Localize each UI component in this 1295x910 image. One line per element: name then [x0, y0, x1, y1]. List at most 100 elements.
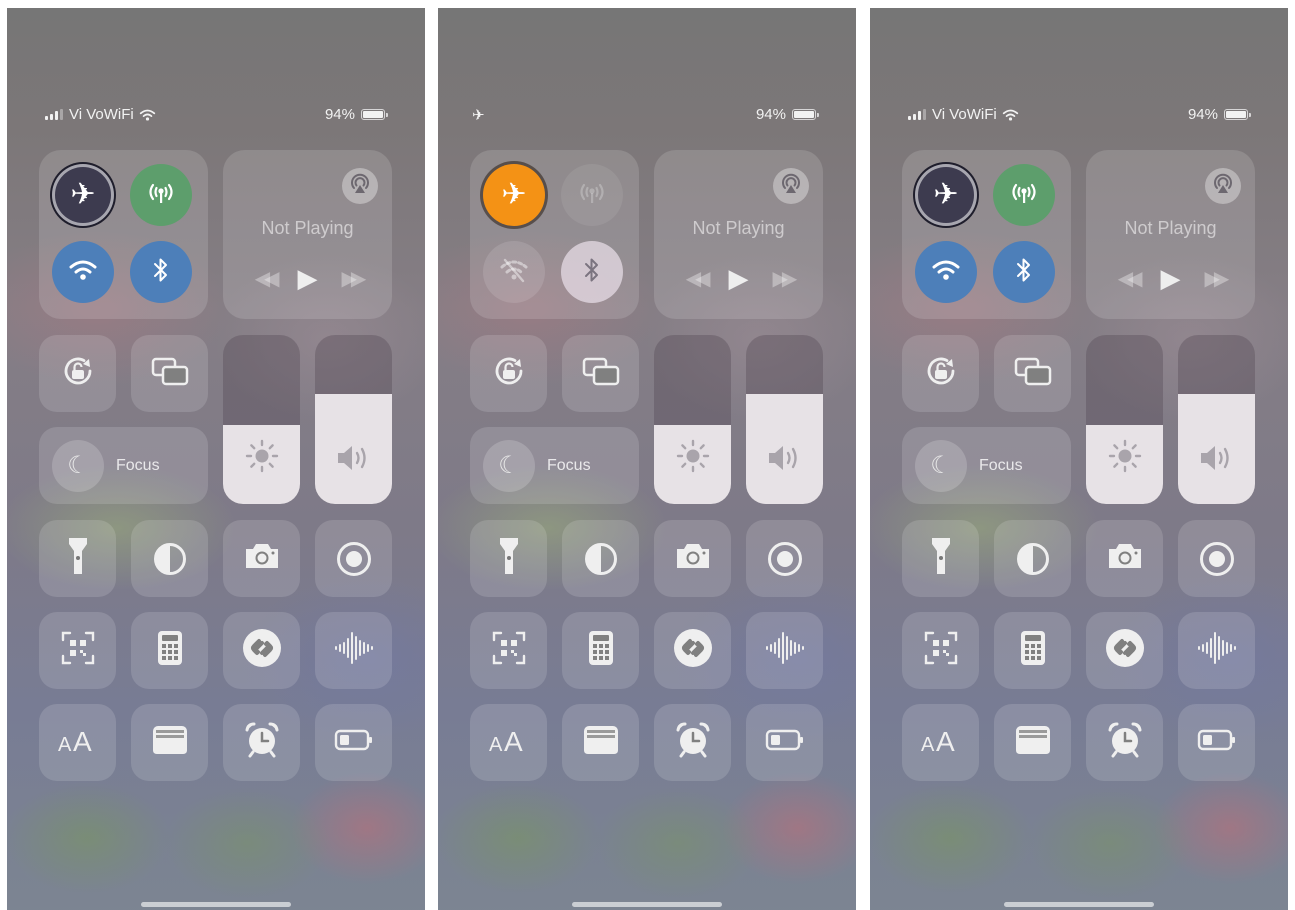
airplay-button[interactable]: [1205, 168, 1241, 204]
next-track-icon[interactable]: ▶▶: [342, 266, 367, 291]
airplane-icon: ✈: [933, 178, 959, 211]
dark-mode-button[interactable]: [131, 520, 208, 597]
airplane-mode-toggle[interactable]: ✈: [52, 164, 114, 226]
flashlight-button[interactable]: [39, 520, 116, 597]
low-power-mode-icon: [334, 729, 374, 756]
qr-scanner-button[interactable]: [470, 612, 547, 689]
wifi-toggle[interactable]: [52, 241, 114, 303]
volume-slider[interactable]: [746, 335, 823, 504]
dark-mode-button[interactable]: [562, 520, 639, 597]
volume-slider[interactable]: [315, 335, 392, 504]
voice-memos-button[interactable]: [315, 612, 392, 689]
next-track-icon[interactable]: ▶▶: [773, 266, 798, 291]
previous-track-icon[interactable]: ◀◀: [1118, 266, 1143, 291]
svg-text:A: A: [936, 726, 955, 755]
wifi-icon: [68, 258, 98, 287]
rotation-lock-button[interactable]: [902, 335, 979, 412]
svg-text:A: A: [504, 726, 523, 755]
dark-mode-button[interactable]: [994, 520, 1071, 597]
qr-scanner-button[interactable]: [39, 612, 116, 689]
screen-record-button[interactable]: [315, 520, 392, 597]
airplay-button[interactable]: [773, 168, 809, 204]
now-playing-module[interactable]: Not Playing ◀◀ ▶ ▶▶: [1086, 150, 1255, 319]
low-power-mode-button[interactable]: [1178, 704, 1255, 781]
shazam-button[interactable]: [223, 612, 300, 689]
alarm-icon: [244, 721, 280, 764]
home-indicator[interactable]: [141, 902, 291, 907]
wifi-status-icon: [139, 108, 156, 122]
moon-icon: ☾: [915, 439, 967, 492]
airplane-status-icon: ✈: [472, 107, 485, 124]
calculator-button[interactable]: [562, 612, 639, 689]
airplane-mode-toggle[interactable]: ✈: [483, 164, 545, 226]
wifi-toggle[interactable]: [915, 241, 977, 303]
screen-record-button[interactable]: [746, 520, 823, 597]
flashlight-button[interactable]: [470, 520, 547, 597]
camera-button[interactable]: [223, 520, 300, 597]
brightness-slider[interactable]: [1086, 335, 1163, 504]
focus-button[interactable]: ☾ Focus: [39, 427, 208, 504]
alarm-button[interactable]: [1086, 704, 1163, 781]
camera-button[interactable]: [1086, 520, 1163, 597]
calculator-button[interactable]: [994, 612, 1071, 689]
rotation-lock-button[interactable]: [470, 335, 547, 412]
shazam-icon: [1105, 628, 1145, 673]
wifi-toggle[interactable]: [483, 241, 545, 303]
alarm-button[interactable]: [654, 704, 731, 781]
rotation-lock-button[interactable]: [39, 335, 116, 412]
previous-track-icon[interactable]: ◀◀: [255, 266, 280, 291]
focus-label: Focus: [979, 456, 1023, 474]
focus-label: Focus: [116, 456, 160, 474]
qr-scanner-button[interactable]: [902, 612, 979, 689]
home-indicator[interactable]: [572, 902, 722, 907]
wallet-button[interactable]: [131, 704, 208, 781]
voice-memos-button[interactable]: [746, 612, 823, 689]
text-size-button[interactable]: AA: [39, 704, 116, 781]
screen-mirroring-icon: [581, 355, 621, 392]
shazam-button[interactable]: [1086, 612, 1163, 689]
screen-mirroring-button[interactable]: [131, 335, 208, 412]
brightness-slider[interactable]: [654, 335, 731, 504]
bluetooth-toggle[interactable]: [130, 241, 192, 303]
cellular-data-toggle[interactable]: [561, 164, 623, 226]
text-size-button[interactable]: AA: [902, 704, 979, 781]
cellular-data-toggle[interactable]: [130, 164, 192, 226]
brightness-slider[interactable]: [223, 335, 300, 504]
now-playing-module[interactable]: Not Playing ◀◀ ▶ ▶▶: [654, 150, 823, 319]
camera-button[interactable]: [654, 520, 731, 597]
low-power-mode-icon: [765, 729, 805, 756]
now-playing-module[interactable]: Not Playing ◀◀ ▶ ▶▶: [223, 150, 392, 319]
voice-memos-button[interactable]: [1178, 612, 1255, 689]
previous-track-icon[interactable]: ◀◀: [686, 266, 711, 291]
low-power-mode-button[interactable]: [315, 704, 392, 781]
cellular-data-toggle[interactable]: [993, 164, 1055, 226]
airplane-mode-toggle[interactable]: ✈: [915, 164, 977, 226]
play-icon[interactable]: ▶: [729, 263, 749, 294]
play-icon[interactable]: ▶: [298, 263, 318, 294]
calculator-button[interactable]: [131, 612, 208, 689]
wallet-button[interactable]: [562, 704, 639, 781]
home-indicator[interactable]: [1004, 902, 1154, 907]
focus-button[interactable]: ☾ Focus: [902, 427, 1071, 504]
status-bar: Vi VoWiFi 94%: [7, 106, 425, 124]
low-power-mode-button[interactable]: [746, 704, 823, 781]
airplay-button[interactable]: [342, 168, 378, 204]
speaker-icon: [1178, 443, 1255, 480]
screen-record-button[interactable]: [1178, 520, 1255, 597]
svg-text:A: A: [489, 734, 503, 755]
rotation-lock-icon: [60, 353, 96, 394]
shazam-button[interactable]: [654, 612, 731, 689]
bluetooth-toggle[interactable]: [993, 241, 1055, 303]
screen-mirroring-button[interactable]: [994, 335, 1071, 412]
volume-slider[interactable]: [1178, 335, 1255, 504]
alarm-button[interactable]: [223, 704, 300, 781]
focus-button[interactable]: ☾ Focus: [470, 427, 639, 504]
next-track-icon[interactable]: ▶▶: [1205, 266, 1230, 291]
moon-icon: ☾: [483, 439, 535, 492]
play-icon[interactable]: ▶: [1161, 263, 1181, 294]
bluetooth-toggle[interactable]: [561, 241, 623, 303]
screen-mirroring-button[interactable]: [562, 335, 639, 412]
flashlight-button[interactable]: [902, 520, 979, 597]
wallet-button[interactable]: [994, 704, 1071, 781]
text-size-button[interactable]: AA: [470, 704, 547, 781]
